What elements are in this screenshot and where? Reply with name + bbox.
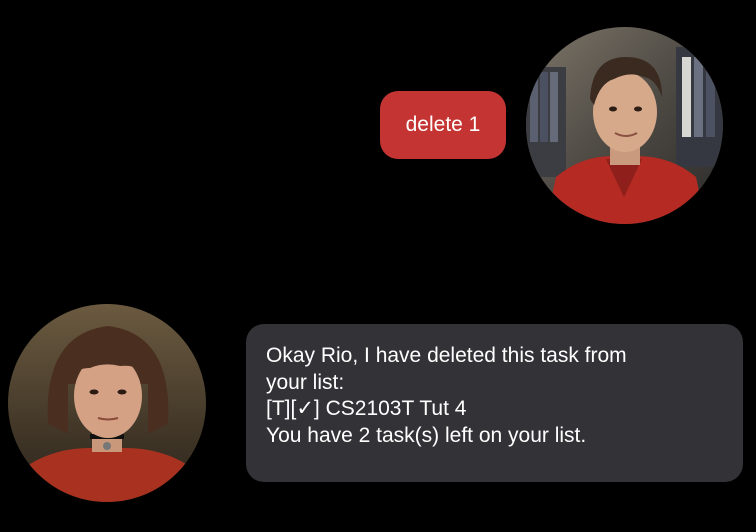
bot-message-line: Okay Rio, I have deleted this task from	[266, 344, 627, 367]
bot-message-line: You have 2 task(s) left on your list.	[266, 423, 587, 447]
bot-message-line: your list:	[266, 370, 345, 394]
user-avatar-icon	[526, 27, 723, 224]
bot-message-bubble: Okay Rio, I have deleted this task from …	[246, 324, 743, 482]
bot-message-line: [T][✓] CS2103T Tut 4	[266, 397, 467, 420]
bot-avatar-icon	[8, 304, 206, 502]
chat-window: delete 1 Okay Rio, I have deleted this t…	[0, 0, 756, 532]
bot-avatar-image	[8, 304, 206, 502]
user-avatar-image	[526, 27, 723, 224]
user-message-text: delete 1	[405, 113, 481, 136]
user-message-bubble: delete 1	[380, 91, 506, 159]
